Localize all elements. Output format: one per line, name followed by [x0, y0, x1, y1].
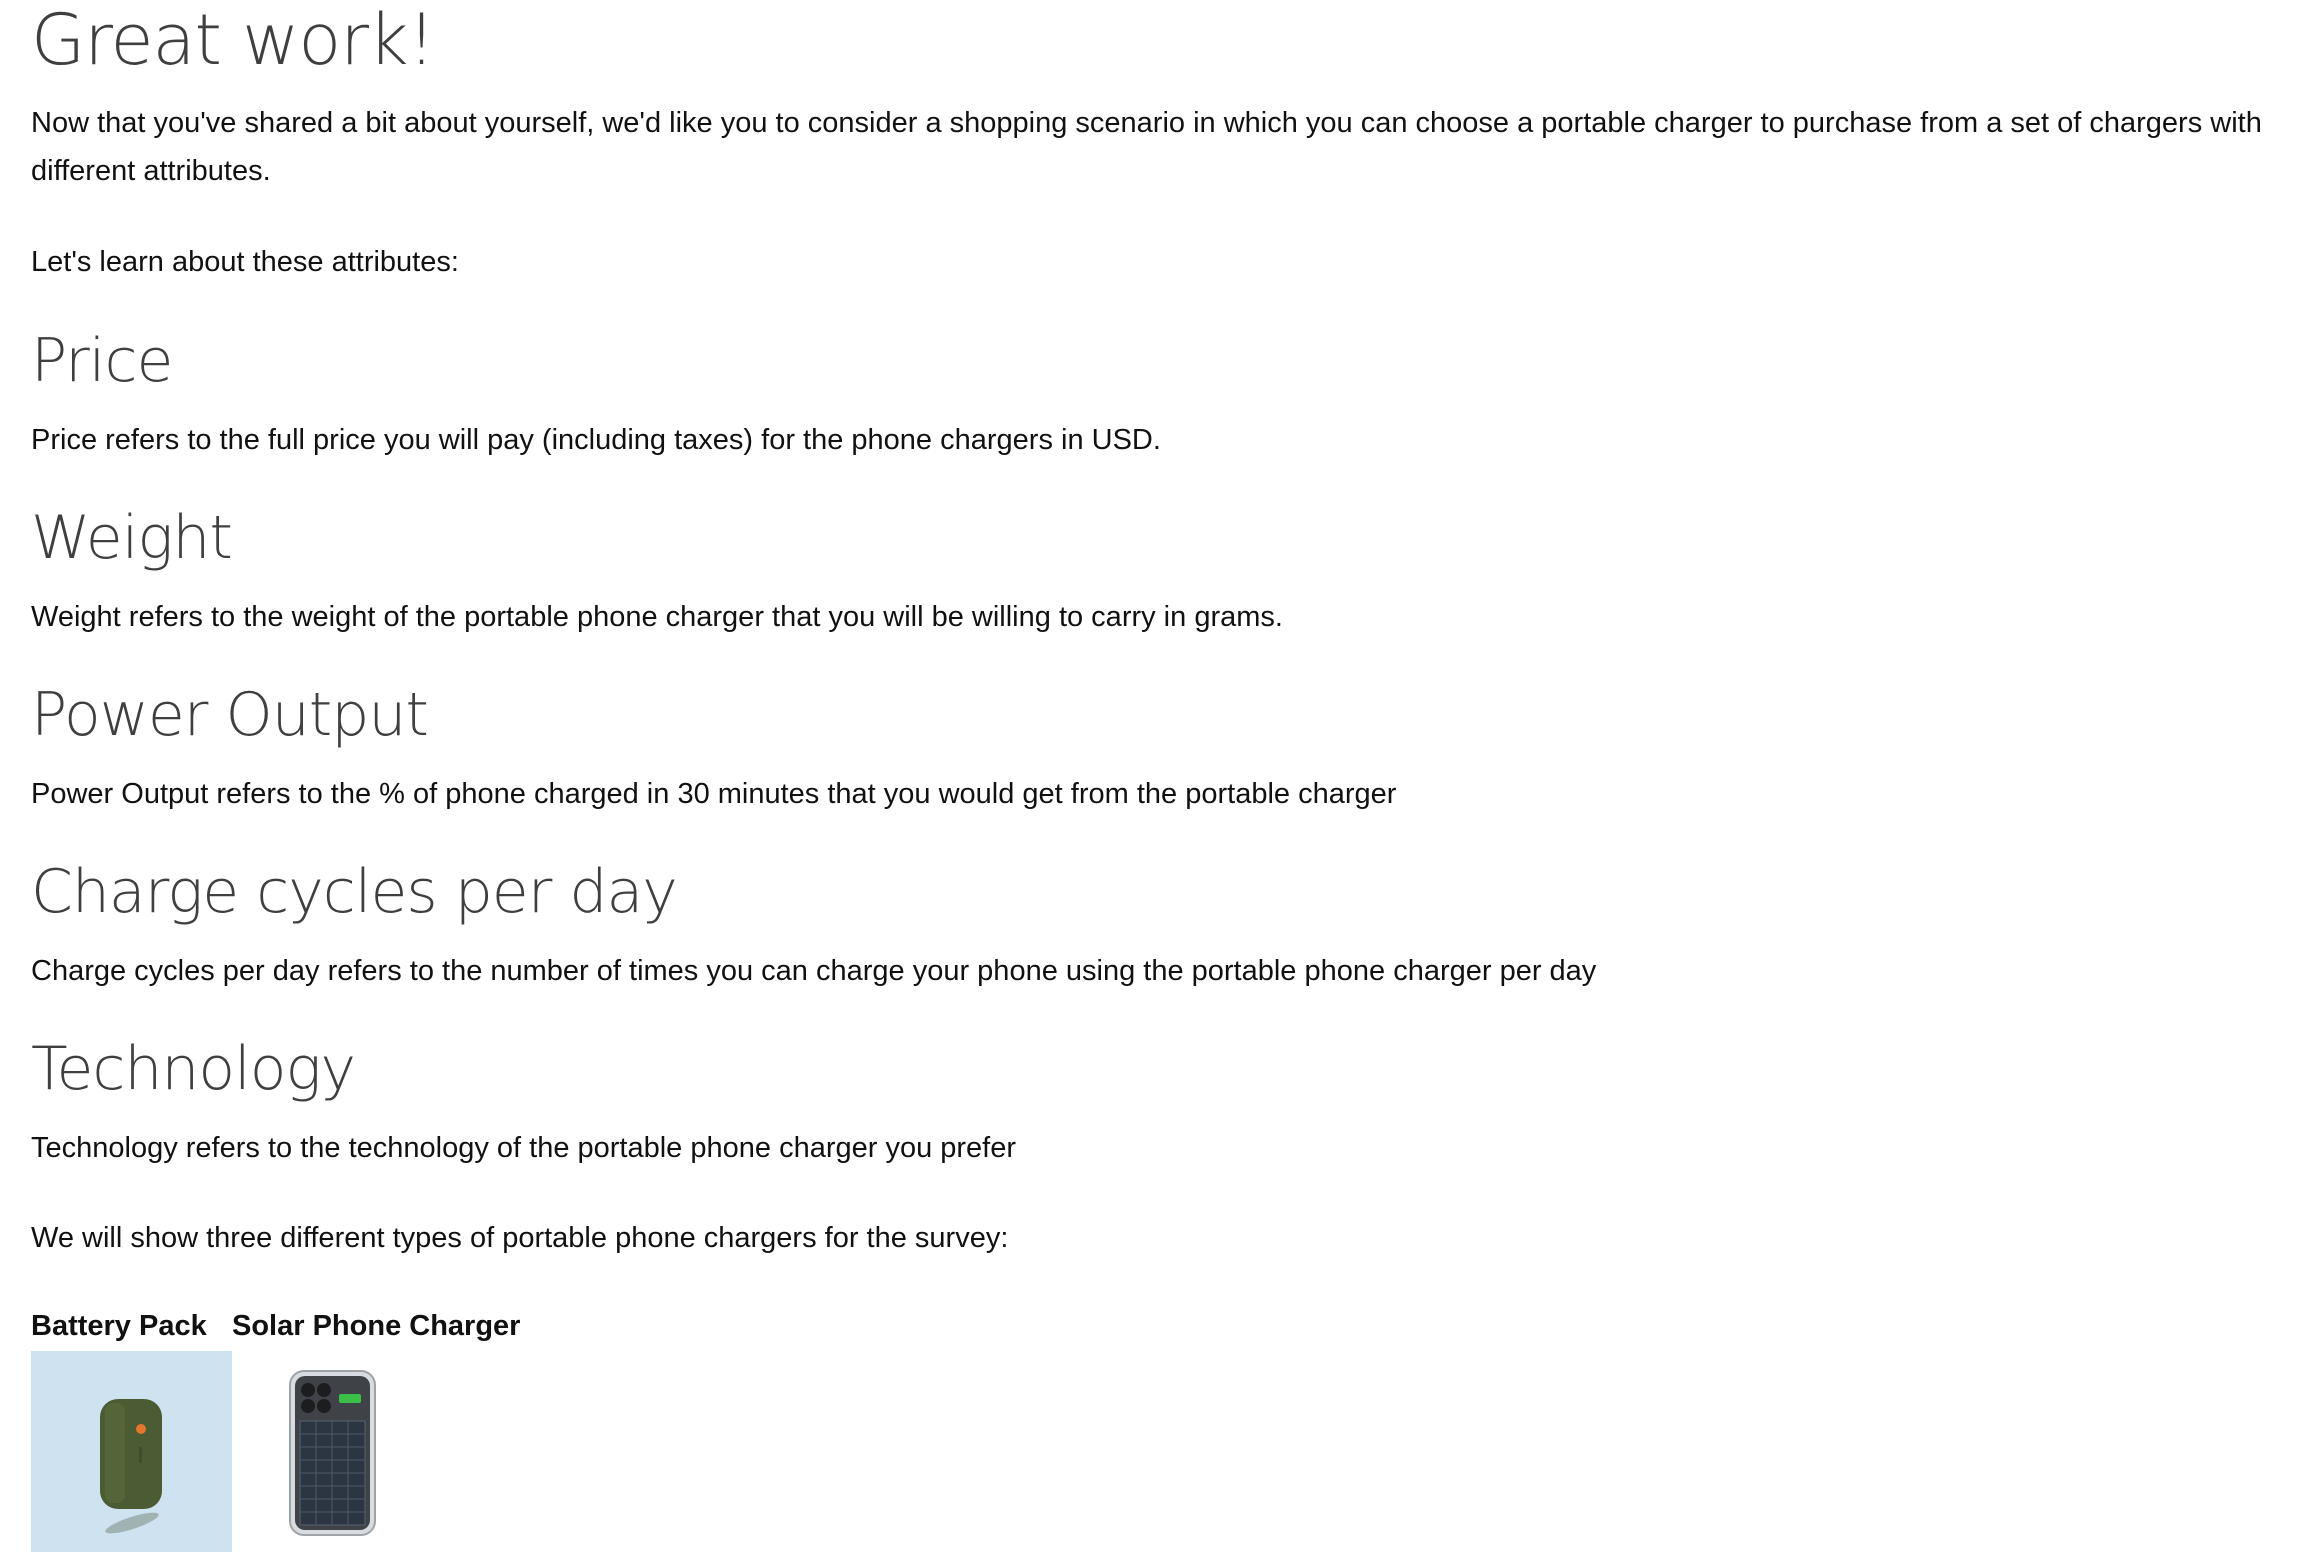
- attribute-description-price: Price refers to the full price you will …: [31, 424, 1161, 456]
- solar-panel-icon: [289, 1370, 376, 1536]
- charger-label-solar-phone-charger: Solar Phone Charger: [232, 1310, 521, 1342]
- attribute-title-power-output: Power Output: [31, 680, 429, 750]
- attribute-title-charge-cycles: Charge cycles per day: [31, 857, 678, 927]
- charger-label-battery-pack: Battery Pack: [31, 1310, 207, 1342]
- attribute-title-technology: Technology: [31, 1034, 356, 1104]
- battery-pack-icon: [100, 1399, 162, 1534]
- page-title: Great work!: [31, 0, 436, 81]
- attribute-title-weight: Weight: [31, 503, 233, 573]
- attribute-description-technology: Technology refers to the technology of t…: [31, 1132, 1017, 1164]
- learn-prompt: Let's learn about these attributes:: [31, 246, 459, 278]
- intro-text: Now that you've shared a bit about yours…: [31, 107, 2262, 187]
- battery-pack-image: [31, 1351, 232, 1552]
- survey-page: Great work! Now that you've shared a bit…: [0, 0, 2324, 1552]
- attribute-description-weight: Weight refers to the weight of the porta…: [31, 601, 1283, 633]
- types-prompt: We will show three different types of po…: [31, 1222, 1009, 1254]
- attribute-description-charge-cycles: Charge cycles per day refers to the numb…: [31, 955, 1597, 987]
- attribute-description-power-output: Power Output refers to the % of phone ch…: [31, 778, 1397, 810]
- solar-phone-charger-image: [232, 1351, 433, 1552]
- attribute-title-price: Price: [31, 326, 173, 396]
